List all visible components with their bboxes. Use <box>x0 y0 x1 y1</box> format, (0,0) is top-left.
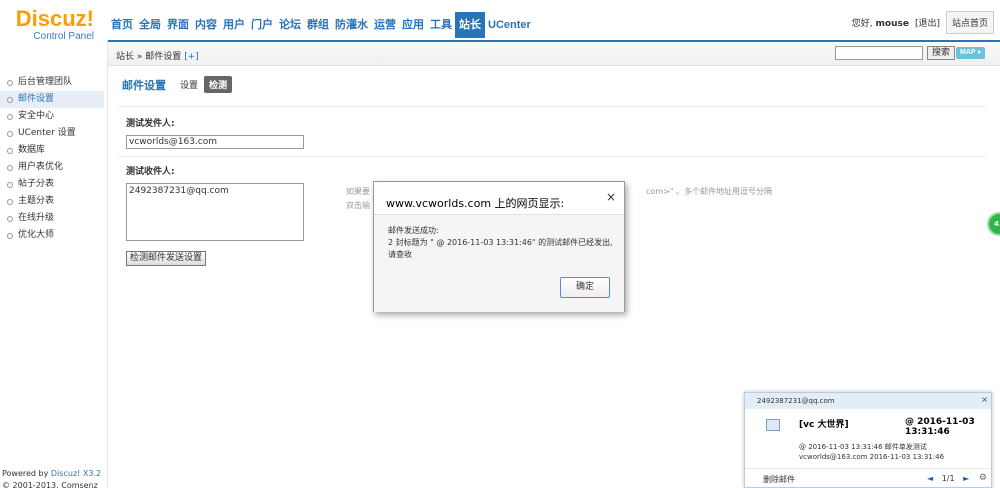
nav-item[interactable]: 界面 <box>164 12 192 38</box>
sidebar-item[interactable]: UCenter 设置 <box>0 125 104 142</box>
page-title: 邮件设置 <box>122 78 166 92</box>
username: mouse <box>875 19 909 29</box>
close-icon[interactable]: × <box>606 190 616 204</box>
main-nav: 首页 全局 界面 内容 用户 门户 论坛 群组 防灌水 运营 应用 工具 站长 UCenter <box>108 12 534 38</box>
tab-settings[interactable]: 设置 <box>180 78 198 91</box>
logo-name: Discuz! <box>15 6 94 31</box>
divider <box>118 156 986 157</box>
copyright: Powered by Discuz! X3.2 © 2001-2013, Com… <box>2 469 102 488</box>
search-button[interactable]: 搜索 <box>927 46 956 60</box>
nav-item[interactable]: 应用 <box>399 12 427 38</box>
nav-item[interactable]: 防灌水 <box>332 12 371 38</box>
page-title-row: 邮件设置 设置 检测 <box>122 76 233 93</box>
add-shortcut-link[interactable]: [+] <box>184 52 199 62</box>
logout-link[interactable]: [退出] <box>915 16 940 29</box>
notification-sender: 2492387231@qq.com <box>745 393 991 409</box>
sidebar-item[interactable]: 帖子分表 <box>0 176 104 193</box>
notification-subject[interactable]: [vc 大世界] <box>799 417 849 430</box>
next-arrow-icon[interactable]: ► <box>963 474 969 483</box>
mail-notification: 2492387231@qq.com × [vc 大世界] @ 2016-11-0… <box>744 392 992 488</box>
tab-check[interactable]: 检测 <box>204 76 233 93</box>
sidebar-item[interactable]: 邮件设置 <box>0 91 104 108</box>
nav-item[interactable]: 用户 <box>220 12 248 38</box>
nav-item[interactable]: 内容 <box>192 12 220 38</box>
divider <box>118 106 986 107</box>
sidebar-item[interactable]: 主题分表 <box>0 193 104 210</box>
page-indicator: 1/1 <box>941 474 955 483</box>
search-input[interactable] <box>835 46 923 60</box>
prev-arrow-icon[interactable]: ◄ <box>927 474 933 483</box>
version-link[interactable]: Discuz! X3.2 <box>51 469 101 478</box>
nav-item[interactable]: 全局 <box>136 12 164 38</box>
nav-item[interactable]: 工具 <box>427 12 455 38</box>
nav-item[interactable]: UCenter <box>485 12 534 38</box>
mail-icon <box>766 419 780 431</box>
nav-item[interactable]: 门户 <box>248 12 276 38</box>
notification-footer: 删除邮件 ◄ 1/1 ► ⚙ <box>745 468 991 488</box>
check-mail-button[interactable]: 检测邮件发送设置 <box>126 251 207 266</box>
floating-widget[interactable]: 41 <box>987 212 1000 236</box>
nav-item[interactable]: 站长 <box>455 12 485 38</box>
sidebar-item[interactable]: 安全中心 <box>0 108 104 125</box>
sender-input[interactable]: vcworlds@163.com <box>126 135 304 149</box>
sidebar-item[interactable]: 用户表优化 <box>0 159 104 176</box>
top-bar: 站长 » 邮件设置 [+] 搜索 MAP ♦ <box>108 40 1000 66</box>
nav-item[interactable]: 群组 <box>304 12 332 38</box>
greeting: 您好, mouse <box>851 19 909 29</box>
breadcrumb: 站长 » 邮件设置 [+] <box>116 49 199 62</box>
notification-time: @ 2016-11-03 13:31:46 <box>905 417 975 437</box>
delete-mail-link[interactable]: 删除邮件 <box>763 474 795 485</box>
sender-label: 测试发件人: <box>126 119 175 129</box>
gear-icon[interactable]: ⚙ <box>979 473 987 483</box>
dialog-title: www.vcworlds.com 上的网页显示: <box>386 197 565 210</box>
dialog-message: 邮件发送成功: 2 封标题为 " @ 2016-11-03 13:31:46" … <box>388 226 613 259</box>
notification-line: @ 2016-11-03 13:31:46 邮件单发测试 <box>799 443 927 451</box>
map-button[interactable]: MAP ♦ <box>956 47 985 59</box>
pager: ◄ 1/1 ► <box>927 474 969 483</box>
nav-item[interactable]: 首页 <box>108 12 136 38</box>
discuz-logo[interactable]: Discuz! Control Panel <box>8 8 102 44</box>
nav-item[interactable]: 运营 <box>371 12 399 38</box>
close-icon[interactable]: × <box>981 395 988 404</box>
sidebar-item[interactable]: 数据库 <box>0 142 104 159</box>
sidebar: 后台管理团队 邮件设置 安全中心 UCenter 设置 数据库 用户表优化 帖子分表 主题分表… <box>0 40 108 488</box>
receiver-textarea[interactable]: 2492387231@qq.com <box>126 183 304 241</box>
notification-line: vcworlds@163.com 2016-11-03 13:31:46 <box>799 453 945 461</box>
dialog-body: 邮件发送成功: 2 封标题为 " @ 2016-11-03 13:31:46" … <box>374 214 624 312</box>
sidebar-menu: 后台管理团队 邮件设置 安全中心 UCenter 设置 数据库 用户表优化 帖子分表 主题分表… <box>0 74 104 244</box>
breadcrumb-text: 站长 » 邮件设置 <box>116 52 182 62</box>
nav-item[interactable]: 论坛 <box>276 12 304 38</box>
ok-button[interactable]: 确定 <box>560 277 610 298</box>
sidebar-item[interactable]: 优化大师 <box>0 227 104 244</box>
site-home-button[interactable]: 站点首页 <box>945 11 994 34</box>
alert-dialog: www.vcworlds.com 上的网页显示: × 邮件发送成功: 2 封标题… <box>373 181 625 312</box>
sidebar-item[interactable]: 在线升级 <box>0 210 104 227</box>
admin-header: Discuz! Control Panel 首页 全局 界面 内容 用户 门户 论坛 群组 防灌… <box>0 0 1000 42</box>
receiver-label: 测试收件人: <box>126 167 175 177</box>
user-area: 您好, mouse [退出] 站点首页 <box>852 11 994 34</box>
sidebar-item[interactable]: 后台管理团队 <box>0 74 104 91</box>
